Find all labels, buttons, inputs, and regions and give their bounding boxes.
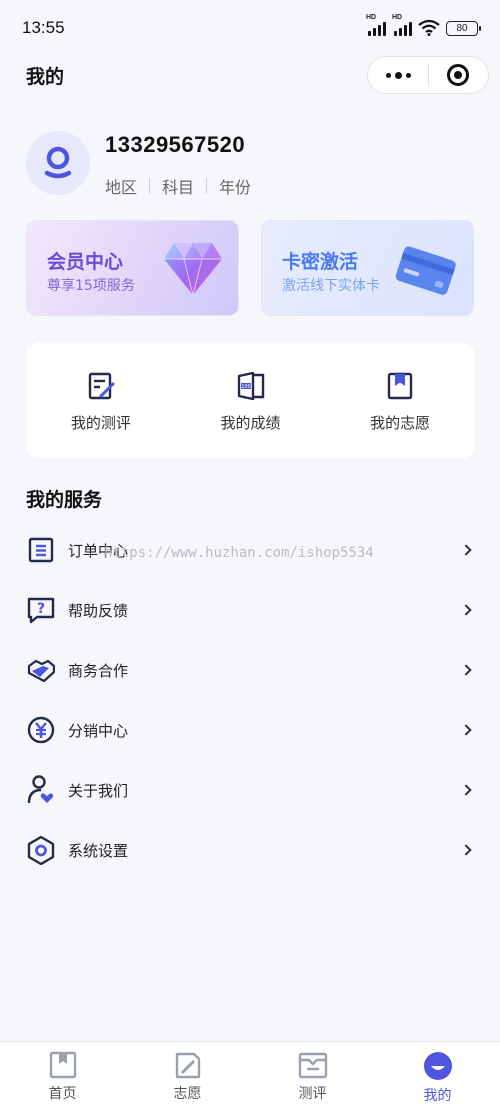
my-volunteer-button[interactable]: 我的志愿 — [325, 342, 475, 459]
key-card-subtitle: 激活线下实体卡 — [282, 278, 380, 294]
chevron-right-icon — [460, 844, 472, 856]
service-system-settings[interactable]: 系统设置 — [0, 820, 500, 880]
diamond-icon — [164, 243, 222, 296]
status-bar: 13:55 HD HD 80 — [0, 0, 500, 56]
status-time: 13:55 — [22, 18, 65, 37]
quick-access-panel: 我的测评 100 我的成绩 我的志愿 — [26, 342, 475, 459]
tab-profile[interactable]: 我的 — [375, 1042, 500, 1111]
edit-doc-icon — [88, 372, 115, 400]
chevron-right-icon — [460, 664, 472, 676]
key-card-title: 卡密激活 — [282, 251, 359, 273]
close-target-icon[interactable] — [429, 64, 488, 86]
my-evaluation-button[interactable]: 我的测评 — [26, 342, 176, 459]
help-chat-icon: ? — [27, 596, 55, 624]
chevron-right-icon — [460, 604, 472, 616]
avatar-person-icon — [44, 146, 72, 179]
tab-home[interactable]: 首页 — [0, 1042, 125, 1111]
more-icon[interactable] — [368, 71, 428, 79]
service-label: 关于我们 — [68, 781, 129, 800]
mini-program-capsule — [367, 56, 489, 94]
quick-label: 我的成绩 — [220, 414, 281, 432]
page-title: 我的 — [26, 66, 65, 88]
tag-divider — [149, 178, 151, 194]
user-phone: 13329567520 — [105, 132, 246, 157]
signal-icon: HD — [392, 14, 412, 36]
tab-label: 测评 — [298, 1086, 327, 1102]
home-book-icon — [49, 1051, 76, 1079]
eval-card-icon — [298, 1052, 327, 1079]
services-title: 我的服务 — [26, 489, 103, 511]
tab-label: 我的 — [423, 1088, 452, 1104]
service-label: 商务合作 — [68, 661, 129, 680]
avatar[interactable] — [26, 131, 90, 195]
signal-icon: HD — [366, 14, 386, 36]
order-list-icon — [27, 536, 55, 564]
profile-icon — [423, 1052, 452, 1080]
volunteer-doc-icon — [175, 1052, 200, 1079]
tag-divider — [206, 178, 208, 194]
svg-text:?: ? — [37, 601, 45, 617]
tab-evaluation[interactable]: 测评 — [250, 1042, 375, 1111]
service-label: 系统设置 — [68, 841, 129, 860]
vip-card-subtitle: 尊享15项服务 — [47, 278, 135, 294]
my-scores-button[interactable]: 100 我的成绩 — [176, 342, 326, 459]
profile-tags[interactable]: 地区 科目 年份 — [105, 174, 251, 198]
battery-level: 80 — [456, 22, 468, 34]
tag-subject[interactable]: 科目 — [162, 174, 194, 198]
svg-text:100: 100 — [241, 384, 251, 390]
service-help-feedback[interactable]: ? 帮助反馈 — [0, 580, 500, 640]
handshake-icon — [27, 656, 55, 684]
service-business-cooperation[interactable]: 商务合作 — [0, 640, 500, 700]
vip-card-title: 会员中心 — [47, 251, 124, 273]
wifi-icon — [418, 20, 440, 36]
tab-label: 志愿 — [173, 1086, 202, 1102]
chevron-right-icon — [460, 544, 472, 556]
tab-label: 首页 — [48, 1086, 77, 1102]
battery-icon: 80 — [446, 20, 481, 36]
status-indicators: HD HD 80 — [366, 14, 481, 36]
service-about-us[interactable]: 关于我们 — [0, 760, 500, 820]
hex-settings-icon — [27, 835, 55, 865]
vip-center-card[interactable]: 会员中心 尊享15项服务 — [26, 220, 239, 316]
chevron-right-icon — [460, 724, 472, 736]
quick-label: 我的志愿 — [370, 414, 431, 432]
quick-label: 我的测评 — [70, 414, 131, 432]
nav-bar: 我的 — [0, 56, 500, 96]
yen-coin-icon — [27, 716, 55, 744]
bottom-tab-bar: 首页 志愿 测评 我的 — [0, 1041, 500, 1111]
chevron-right-icon — [460, 784, 472, 796]
service-distribution-center[interactable]: 分销中心 — [0, 700, 500, 760]
bookmark-icon — [387, 372, 413, 400]
tag-region[interactable]: 地区 — [105, 174, 137, 198]
service-label: 订单中心 — [68, 541, 129, 560]
user-heart-icon — [27, 775, 55, 804]
score-book-icon: 100 — [237, 372, 264, 400]
service-order-center[interactable]: 订单中心 — [0, 520, 500, 580]
bank-card-icon — [395, 246, 456, 295]
service-label: 分销中心 — [68, 721, 129, 740]
tab-volunteer[interactable]: 志愿 — [125, 1042, 250, 1111]
tag-year[interactable]: 年份 — [219, 174, 251, 198]
service-label: 帮助反馈 — [68, 601, 129, 620]
card-key-activation-card[interactable]: 卡密激活 激活线下实体卡 — [261, 220, 474, 316]
services-list: 订单中心 ? 帮助反馈 商务合作 分销中心 关于我们 系统设置 — [0, 520, 500, 880]
